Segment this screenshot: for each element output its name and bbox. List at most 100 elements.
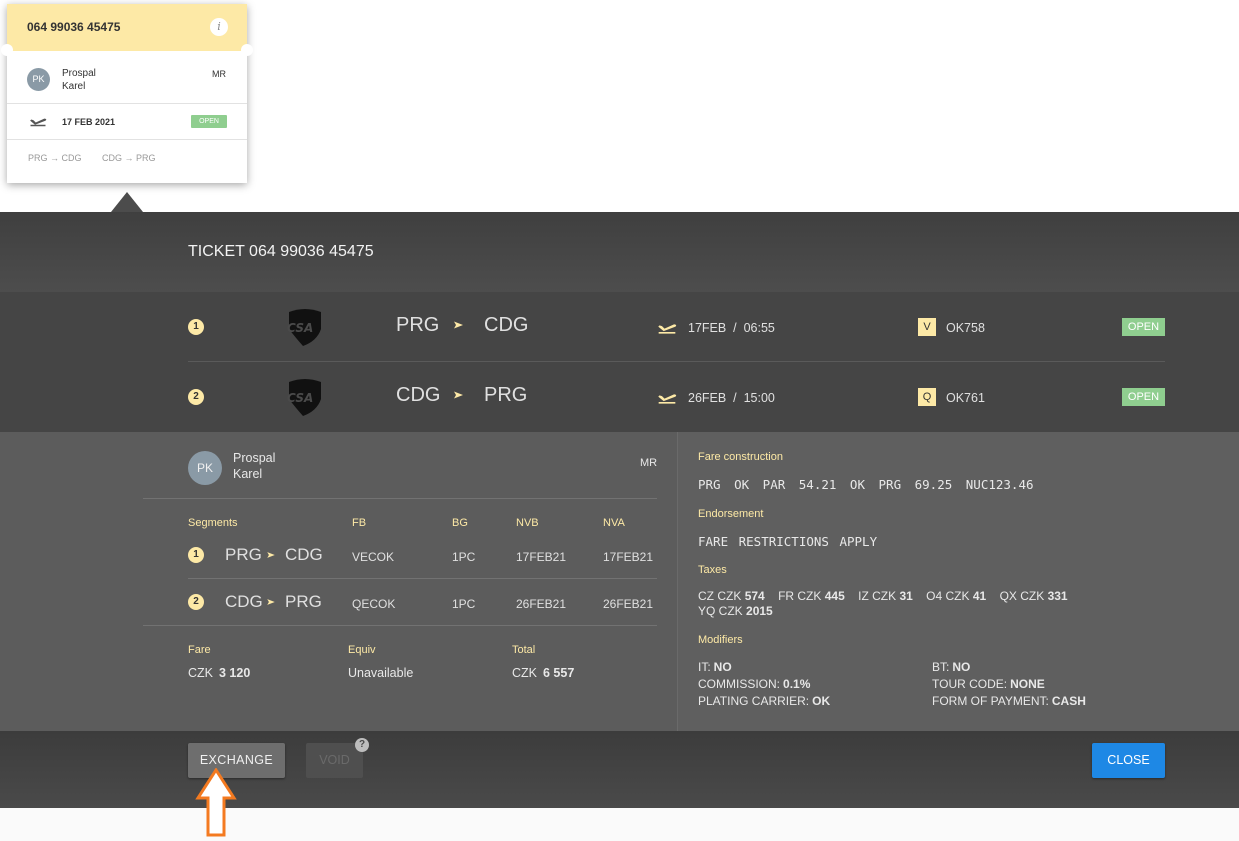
- modifier-commission: COMMISSION: 0.1%: [698, 677, 811, 691]
- tax-item: IZ CZK 31: [858, 589, 913, 603]
- column-header-segments: Segments: [188, 517, 238, 529]
- ticket-dialog: TICKET 064 99036 45475 1 CSA PRG CDG 17F…: [0, 212, 1239, 808]
- status-badge: OPEN: [1122, 388, 1165, 406]
- tax-item: O4 CZK 41: [926, 589, 987, 603]
- info-icon[interactable]: i: [210, 18, 228, 36]
- modifier-tour-code: TOUR CODE: NONE: [932, 677, 1045, 691]
- route-list: PRG → CDG CDG → PRG: [28, 153, 174, 163]
- ticket-card-number: 064 99036 45475: [27, 20, 121, 34]
- passenger-surname: Prospal: [62, 68, 96, 79]
- segment-number: 2: [188, 389, 204, 405]
- equiv-label: Equiv: [348, 644, 376, 656]
- flight-number: OK761: [946, 391, 985, 405]
- segment-number: 1: [188, 547, 204, 563]
- fare-value: CZK 3 120: [188, 666, 251, 680]
- close-button[interactable]: CLOSE: [1092, 743, 1165, 778]
- divider: [7, 103, 247, 104]
- fare-basis: VECOK: [352, 550, 395, 564]
- airline-logo-icon: CSA: [287, 309, 321, 346]
- passenger-title: MR: [640, 457, 658, 469]
- segment-origin: PRG: [396, 314, 440, 336]
- passenger-name: Prospal Karel: [233, 450, 275, 482]
- passenger-name: Prospal Karel: [62, 67, 96, 93]
- column-header-nvb: NVB: [516, 517, 539, 529]
- tax-item: FR CZK 445: [778, 589, 845, 603]
- total-value: CZK 6 557: [512, 666, 575, 680]
- plane-arrow-icon: [454, 321, 463, 329]
- fare-details-panel: PK Prospal Karel MR Segments FB BG NVB N…: [0, 432, 677, 731]
- not-valid-before: 17FEB21: [516, 550, 567, 564]
- segment-row[interactable]: 2 CSA CDG PRG 26FEB / 15:00 Q OK761 OPEN: [0, 362, 1239, 432]
- not-valid-after: 17FEB21: [603, 550, 654, 564]
- plane-arrow-icon: [454, 391, 463, 399]
- divider: [7, 139, 247, 140]
- avatar: PK: [27, 68, 50, 91]
- column-header-fb: FB: [352, 517, 367, 529]
- modifier-form-of-payment: FORM OF PAYMENT: CASH: [932, 694, 1086, 708]
- fare-construction-text: PRG OK PAR 54.21 OK PRG 69.25 NUC123.46: [698, 477, 1034, 492]
- divider: [143, 625, 657, 626]
- not-valid-after: 26FEB21: [603, 597, 654, 611]
- segment-destination: PRG: [484, 384, 528, 406]
- endorsement-label: Endorsement: [698, 508, 764, 520]
- route-item: PRG → CDG: [28, 153, 82, 163]
- popover-caret: [111, 192, 143, 212]
- route-item: CDG → PRG: [102, 153, 156, 163]
- total-label: Total: [512, 644, 536, 656]
- column-header-nva: NVA: [603, 517, 625, 529]
- plane-arrow-icon: [267, 552, 275, 558]
- segment-datetime: 17FEB / 06:55: [688, 321, 775, 335]
- fare-info-panel: Fare construction PRG OK PAR 54.21 OK PR…: [677, 432, 1239, 731]
- endorsement-text: FARE RESTRICTIONS APPLY: [698, 534, 878, 549]
- void-button[interactable]: VOID: [306, 743, 363, 778]
- svg-text:CSA: CSA: [287, 391, 313, 405]
- modifier-bt: BT: NO: [932, 660, 971, 674]
- segment-datetime: 26FEB / 15:00: [688, 391, 775, 405]
- modifiers-label: Modifiers: [698, 634, 743, 646]
- page-bottom-strip: [0, 808, 1239, 841]
- segment-origin: PRG: [225, 545, 262, 564]
- modifier-plating-carrier: PLATING CARRIER: OK: [698, 694, 831, 708]
- segment-destination: PRG: [285, 592, 322, 611]
- baggage: 1PC: [452, 550, 476, 564]
- avatar: PK: [188, 451, 222, 485]
- ticket-notch-right: [241, 44, 253, 56]
- dialog-title-bar: TICKET 064 99036 45475: [0, 212, 1239, 292]
- ticket-card[interactable]: 064 99036 45475 i PK Prospal Karel MR 17…: [1, 4, 253, 183]
- segment-origin: CDG: [225, 592, 263, 611]
- tax-item: YQ CZK 2015: [698, 604, 773, 618]
- segment-number: 1: [188, 319, 204, 335]
- segment-row[interactable]: 1 CSA PRG CDG 17FEB / 06:55 V OK758 OPEN: [0, 292, 1239, 362]
- airline-logo-icon: CSA: [287, 379, 321, 416]
- fare-label: Fare: [188, 644, 211, 656]
- passenger-title: MR: [212, 69, 226, 79]
- fare-basis: QECOK: [352, 597, 396, 611]
- segment-destination: CDG: [484, 314, 529, 336]
- booking-class-badge: Q: [918, 388, 936, 406]
- segment-origin: CDG: [396, 384, 441, 406]
- taxes-label: Taxes: [698, 564, 727, 576]
- booking-class-badge: V: [918, 318, 936, 336]
- tax-list: CZ CZK 574 FR CZK 445 IZ CZK 31 O4 CZK 4…: [698, 589, 1118, 619]
- baggage: 1PC: [452, 597, 476, 611]
- passenger-given-name: Karel: [62, 81, 86, 92]
- svg-text:CSA: CSA: [287, 321, 313, 335]
- up-arrow-icon: [195, 768, 237, 837]
- tax-item: QX CZK 331: [999, 589, 1068, 603]
- fare-construction-label: Fare construction: [698, 451, 783, 463]
- page-title: TICKET 064 99036 45475: [188, 243, 374, 260]
- divider: [143, 498, 657, 499]
- passenger-given-name: Karel: [233, 467, 263, 481]
- segment-list: 1 CSA PRG CDG 17FEB / 06:55 V OK758 OPEN…: [0, 292, 1239, 432]
- divider: [188, 578, 657, 579]
- segment-number: 2: [188, 594, 204, 610]
- equiv-value: Unavailable: [348, 666, 414, 680]
- departure-plane-icon: [658, 394, 677, 404]
- tax-item: CZ CZK 574: [698, 589, 765, 603]
- help-icon[interactable]: ?: [355, 738, 369, 752]
- departure-plane-icon: [30, 118, 47, 127]
- departure-date: 17 FEB 2021: [62, 117, 116, 127]
- segment-destination: CDG: [285, 545, 323, 564]
- modifier-it: IT: NO: [698, 660, 732, 674]
- plane-arrow-icon: [267, 599, 275, 605]
